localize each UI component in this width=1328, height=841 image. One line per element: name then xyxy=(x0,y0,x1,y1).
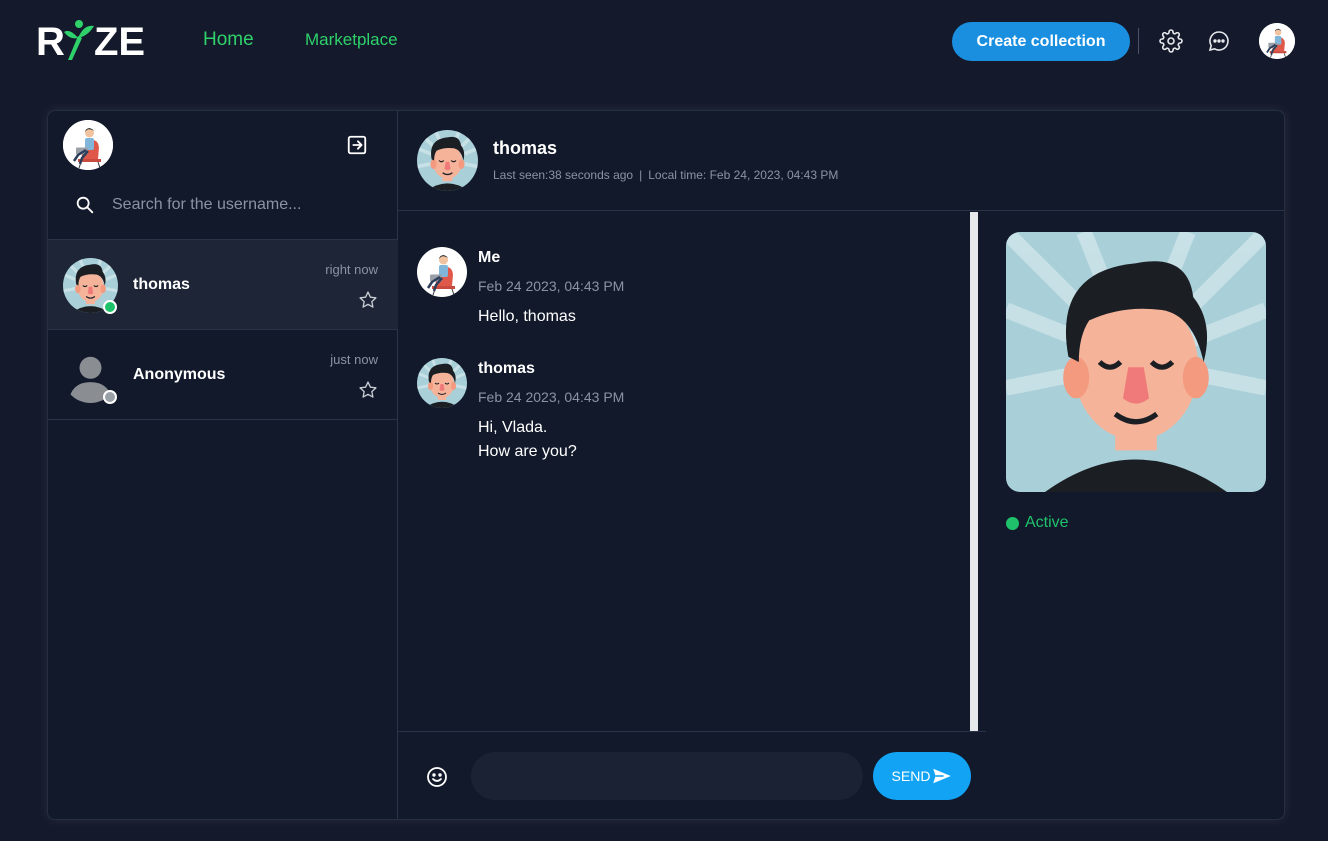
search-bar xyxy=(64,185,382,225)
message-date: Feb 24 2023, 04:43 PM xyxy=(478,278,625,294)
conversation-time: right now xyxy=(325,262,378,277)
message-avatar xyxy=(417,247,467,297)
conversation-name: Anonymous xyxy=(133,366,226,383)
local-time-text: Local time: Feb 24, 2023, 04:43 PM xyxy=(648,168,839,182)
message-list: Me Feb 24 2023, 04:43 PM Hello, thomas t… xyxy=(398,212,978,731)
message-composer: SEND xyxy=(398,731,986,819)
message-text: Hi, Vlada. How are you? xyxy=(478,416,577,464)
profile-status: Active xyxy=(1006,514,1069,532)
offline-status-dot xyxy=(103,390,117,404)
meta-separator: | xyxy=(639,168,643,182)
chat-partner-meta: Last seen:38 seconds ago | Local time: F… xyxy=(493,168,838,182)
logout-icon[interactable] xyxy=(346,134,368,156)
rize-logo[interactable]: R ZE xyxy=(36,20,146,62)
nav-marketplace-link[interactable]: Marketplace xyxy=(305,29,398,51)
message-avatar xyxy=(417,358,467,408)
message-text: Hello, thomas xyxy=(478,305,576,329)
user-avatar[interactable] xyxy=(1259,23,1295,59)
star-icon[interactable] xyxy=(358,290,378,310)
active-status-dot xyxy=(1006,516,1019,530)
search-input[interactable] xyxy=(112,196,372,214)
search-icon xyxy=(76,196,94,214)
conversation-sidebar: thomas right now Anonymous just now xyxy=(48,111,398,819)
send-label: SEND xyxy=(891,768,931,784)
top-navbar: R ZE Home Marketplace Create collection xyxy=(0,0,1328,82)
nav-home-link[interactable]: Home xyxy=(203,29,254,51)
conversation-list: thomas right now Anonymous just now xyxy=(48,239,398,420)
star-icon[interactable] xyxy=(358,380,378,400)
message-date: Feb 24 2023, 04:43 PM xyxy=(478,389,625,405)
svg-text:ZE: ZE xyxy=(94,20,145,62)
emoji-icon[interactable] xyxy=(425,765,449,789)
conversation-time: just now xyxy=(330,352,378,367)
online-status-dot xyxy=(103,300,117,314)
profile-picture xyxy=(1006,232,1266,492)
message-line: How are you? xyxy=(478,443,577,460)
profile-panel: Active xyxy=(986,212,1285,819)
message-line: Hi, Vlada. xyxy=(478,419,548,436)
conversation-name: thomas xyxy=(133,276,190,293)
chat-partner-avatar[interactable] xyxy=(417,130,478,191)
message-author: Me xyxy=(478,249,501,266)
chat-bubble-icon[interactable] xyxy=(1206,28,1232,54)
send-button[interactable]: SEND xyxy=(873,752,971,800)
gear-icon[interactable] xyxy=(1158,28,1184,54)
conversation-item-thomas[interactable]: thomas right now xyxy=(48,240,398,330)
chat-partner-name: thomas xyxy=(493,138,558,158)
header-divider xyxy=(1138,28,1139,54)
last-seen-text: Last seen:38 seconds ago xyxy=(493,168,634,182)
create-collection-button[interactable]: Create collection xyxy=(952,22,1130,61)
send-icon xyxy=(933,768,952,784)
conversation-item-anonymous[interactable]: Anonymous just now xyxy=(48,330,398,420)
chat-header: thomas Last seen:38 seconds ago | Local … xyxy=(398,111,1284,211)
message-input[interactable] xyxy=(471,752,863,800)
logo-mark: R ZE xyxy=(36,20,145,62)
messenger-panel: thomas right now Anonymous just now xyxy=(47,110,1285,820)
my-avatar[interactable] xyxy=(63,120,113,170)
message-line: Hello, thomas xyxy=(478,308,576,325)
profile-status-text: Active xyxy=(1025,514,1069,531)
message-author: thomas xyxy=(478,360,535,377)
svg-text:R: R xyxy=(36,20,65,62)
